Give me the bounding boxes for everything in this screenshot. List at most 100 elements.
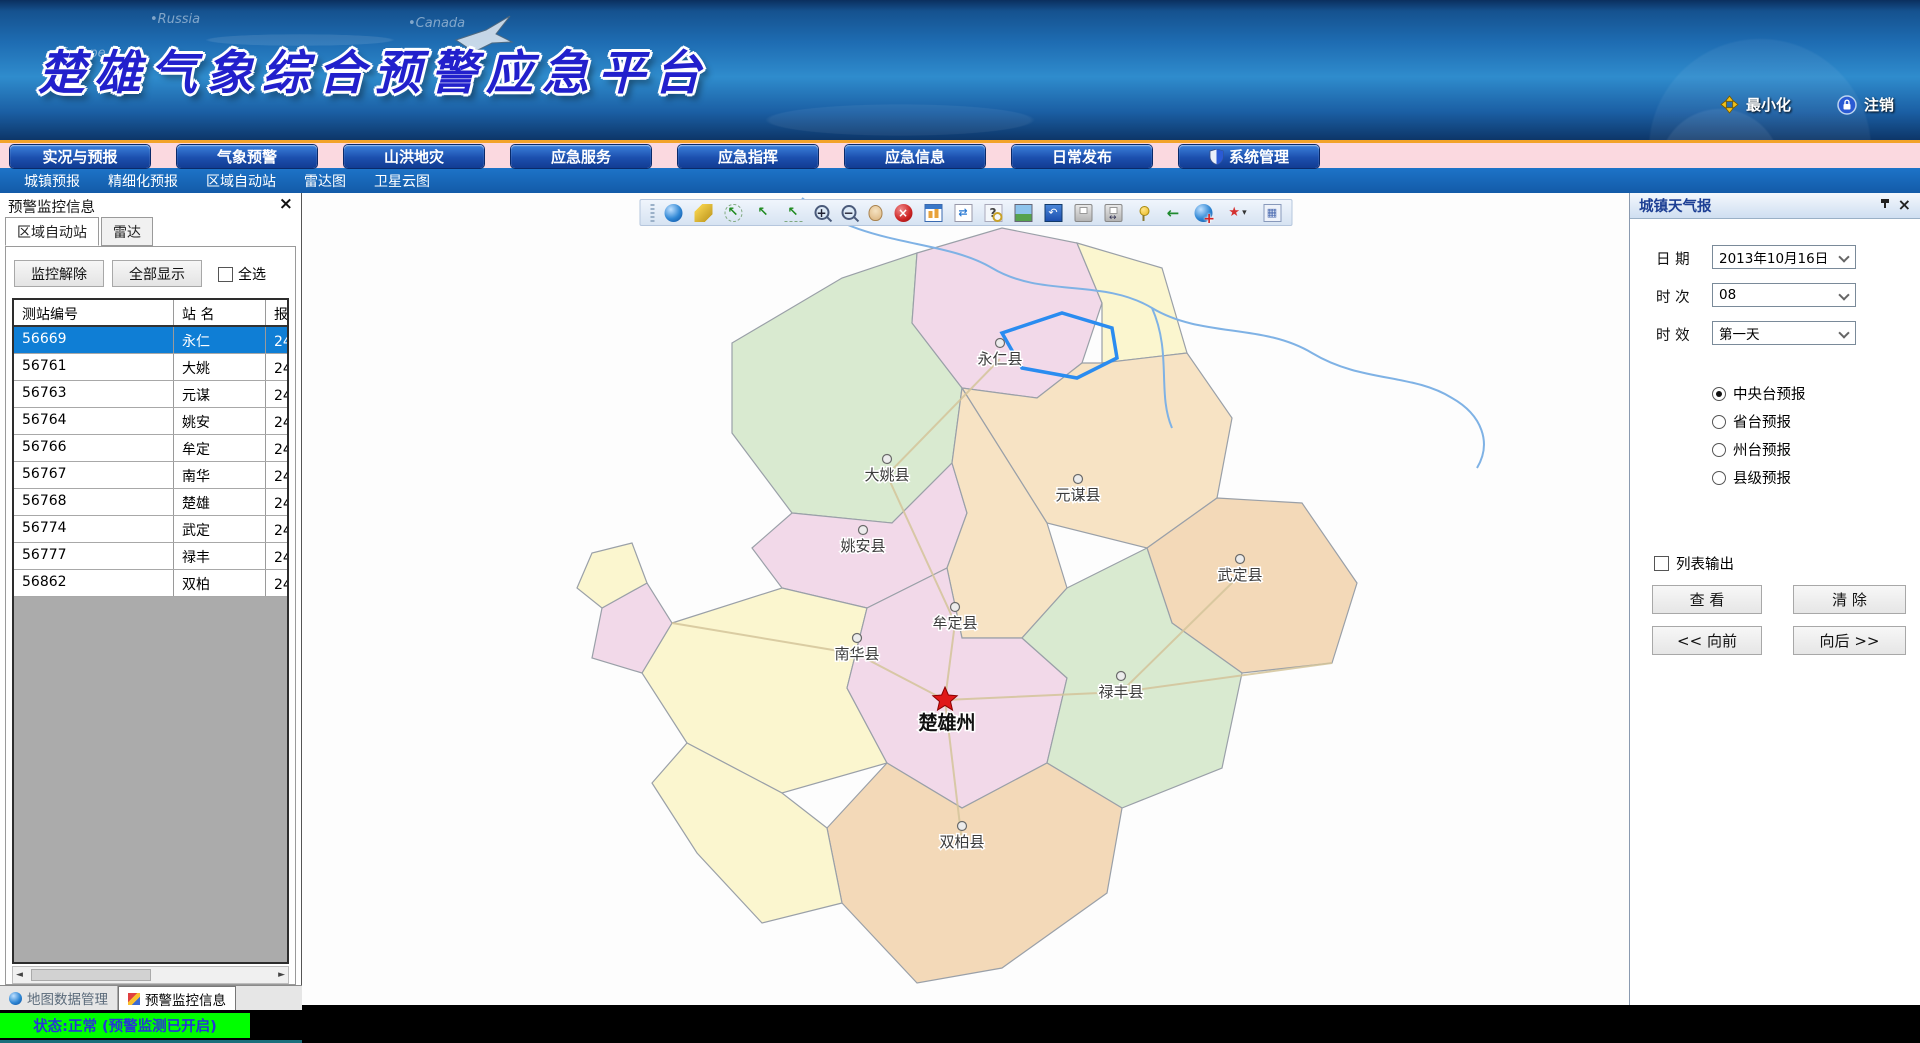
tab-radar[interactable]: 雷达 — [101, 217, 153, 246]
minimize-button[interactable]: 最小化 — [1720, 94, 1791, 115]
lock-icon — [1837, 95, 1857, 115]
subnav-town-forecast[interactable]: 城镇预报 — [24, 171, 80, 191]
table-row[interactable]: 56761 大姚 24小时 — [14, 354, 287, 381]
refresh-icon[interactable] — [954, 204, 972, 222]
tab-emergency-service[interactable]: 应急服务 — [511, 145, 651, 168]
add-globe-icon[interactable] — [1194, 204, 1212, 222]
export-map-icon[interactable] — [1263, 204, 1281, 222]
tab-flood-geohazard[interactable]: 山洪地灾 — [344, 145, 484, 168]
tab-emergency-info[interactable]: 应急信息 — [845, 145, 985, 168]
radio-province-forecast[interactable]: 省台预报 — [1712, 411, 1791, 432]
page-title: 楚雄气象综合预警应急平台 — [38, 34, 710, 103]
zoom-out-icon[interactable] — [841, 205, 856, 220]
tab-emergency-command[interactable]: 应急指挥 — [678, 145, 818, 168]
station-id: 56774 — [14, 516, 174, 542]
radio-central-forecast[interactable]: 中央台预报 — [1712, 383, 1806, 404]
select-all-checkbox[interactable] — [218, 267, 233, 282]
tab-region-auto-station[interactable]: 区域自动站 — [5, 217, 99, 246]
subnav-radar-chart[interactable]: 雷达图 — [304, 171, 346, 191]
list-output-checkbox[interactable] — [1654, 556, 1669, 571]
measure-ruler-icon[interactable] — [694, 204, 712, 222]
horizontal-scrollbar[interactable]: ◄ ► — [12, 966, 289, 984]
col-station-id: 测站编号 — [14, 300, 174, 325]
station-id: 56862 — [14, 570, 174, 596]
status-badge: 状态:正常 (预警监测已开启) — [0, 1013, 250, 1038]
release-monitor-button[interactable]: 监控解除 — [14, 260, 104, 287]
station-id: 56767 — [14, 462, 174, 488]
tab-system-admin[interactable]: 系统管理 — [1179, 145, 1319, 168]
stop-icon[interactable] — [894, 204, 912, 222]
list-output-control: 列表输出 — [1654, 553, 1734, 574]
overview-icon[interactable] — [1044, 204, 1062, 222]
station-id: 56761 — [14, 354, 174, 380]
table-row[interactable]: 56774 武定 24小时 — [14, 516, 287, 543]
table-row[interactable]: 56669 永仁 24小时 — [14, 327, 287, 354]
station-id: 56777 — [14, 543, 174, 569]
subnav-fine-forecast[interactable]: 精细化预报 — [108, 171, 178, 191]
col-station-name: 站 名 — [174, 300, 266, 325]
tab-label: 实况与预报 — [42, 146, 117, 167]
scroll-left-icon[interactable]: ◄ — [16, 970, 23, 980]
tab-daily-release[interactable]: 日常发布 — [1012, 145, 1152, 168]
map-area[interactable]: 永仁县 大姚县 元谋县 姚安县 武定县 牟定县 南华县 禄丰县 双柏县 楚雄州 — [302, 193, 1629, 1005]
subnav-auto-station[interactable]: 区域自动站 — [206, 171, 276, 191]
station-name: 永仁 — [174, 327, 266, 353]
identify-icon[interactable] — [984, 204, 1002, 222]
close-icon[interactable]: × — [1898, 195, 1911, 214]
table-row[interactable]: 56777 禄丰 24小时 — [14, 543, 287, 570]
svg-text:姚安县: 姚安县 — [840, 537, 885, 555]
tab-live-forecast[interactable]: 实况与预报 — [10, 145, 150, 168]
legend-image-icon[interactable] — [1014, 204, 1032, 222]
subnav-satellite-cloud[interactable]: 卫星云图 — [374, 171, 430, 191]
county-shapes[interactable] — [577, 228, 1357, 983]
worldmap-label-russia: •Russia — [150, 12, 200, 27]
radio-county-forecast[interactable]: 县级预报 — [1712, 467, 1791, 488]
table-row[interactable]: 56764 姚安 24小时 — [14, 408, 287, 435]
close-icon[interactable]: × — [279, 194, 293, 214]
show-all-button[interactable]: 全部显示 — [112, 260, 202, 287]
table-row[interactable]: 56766 牟定 24小时 — [14, 435, 287, 462]
table-row[interactable]: 56862 双柏 24小时 — [14, 570, 287, 597]
logout-button[interactable]: 注销 — [1837, 94, 1894, 115]
table-row[interactable]: 56767 南华 24小时 — [14, 462, 287, 489]
main-nav: 实况与预报 气象预警 山洪地灾 应急服务 应急指挥 应急信息 日常发布 系统管理 — [0, 140, 1920, 168]
print-setup-icon[interactable] — [1104, 204, 1122, 222]
left-bottom-tabs: 地图数据管理 预警监控信息 — [0, 985, 302, 1010]
select-dashed-icon[interactable] — [724, 204, 742, 222]
back-arrow-icon[interactable] — [1164, 204, 1182, 222]
station-id: 56763 — [14, 381, 174, 407]
scroll-right-icon[interactable]: ► — [278, 970, 285, 980]
scrollbar-thumb[interactable] — [31, 969, 151, 981]
next-button[interactable]: 向后 >> — [1793, 626, 1906, 655]
select-arrow-icon[interactable] — [754, 204, 772, 222]
pin-icon[interactable] — [1880, 199, 1890, 212]
tab-map-data-management[interactable]: 地图数据管理 — [0, 986, 118, 1010]
date-select[interactable]: 2013年10月16日 — [1712, 245, 1856, 269]
svg-text:武定县: 武定县 — [1217, 566, 1262, 584]
radio-prefecture-forecast[interactable]: 州台预报 — [1712, 439, 1791, 460]
globe-icon[interactable] — [664, 204, 682, 222]
station-list-group: 监控解除 全部显示 全选 测站编号 站 名 报警 56669 永仁 24小时 5… — [5, 246, 296, 985]
tab-warning-monitor-info[interactable]: 预警监控信息 — [118, 986, 236, 1010]
hour-select[interactable]: 08 — [1712, 283, 1856, 307]
tab-weather-warning[interactable]: 气象预警 — [177, 145, 317, 168]
view-button[interactable]: 查 看 — [1652, 585, 1762, 614]
zoom-in-icon[interactable] — [814, 205, 829, 220]
table-row[interactable]: 56768 楚雄 24小时 — [14, 489, 287, 516]
station-alarm: 24小时 — [266, 327, 287, 353]
print-icon[interactable] — [1074, 204, 1092, 222]
col-alarm: 报警 — [266, 300, 287, 325]
flash-star-icon[interactable] — [1224, 204, 1251, 222]
toolbar-grip[interactable] — [650, 204, 654, 222]
map-canvas[interactable]: 永仁县 大姚县 元谋县 姚安县 武定县 牟定县 南华县 禄丰县 双柏县 楚雄州 — [302, 193, 1629, 1005]
table-row[interactable]: 56763 元谋 24小时 — [14, 381, 287, 408]
clear-button[interactable]: 清 除 — [1793, 585, 1906, 614]
validity-select[interactable]: 第一天 — [1712, 321, 1856, 345]
select-lasso-icon[interactable] — [784, 204, 802, 222]
marker-pin-icon[interactable] — [1134, 204, 1152, 222]
full-extent-icon[interactable] — [924, 204, 942, 222]
tab-label: 系统管理 — [1229, 146, 1289, 167]
prev-button[interactable]: << 向前 — [1652, 626, 1762, 655]
pan-hand-icon[interactable] — [868, 205, 882, 221]
tab-label: 预警监控信息 — [145, 989, 226, 1009]
